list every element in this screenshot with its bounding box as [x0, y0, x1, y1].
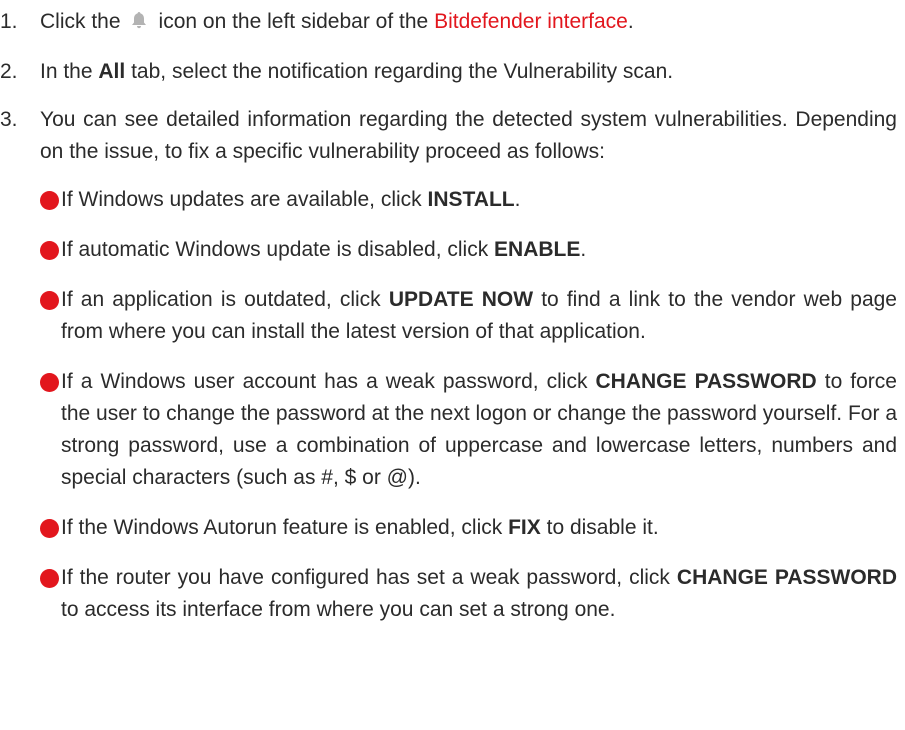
list-item: If an application is outdated, click UPD…	[40, 284, 897, 348]
bullet-dot-icon	[40, 373, 59, 392]
list-item-before: If the Windows Autorun feature is enable…	[61, 516, 503, 539]
list-item-before: If an application is outdated, click	[61, 288, 381, 311]
instructions-document: 1. Click the icon on the left sidebar of …	[0, 0, 905, 644]
list-item: If the Windows Autorun feature is enable…	[40, 512, 897, 544]
list-item: If a Windows user account has a weak pas…	[40, 366, 897, 494]
list-item-action: FIX	[508, 516, 541, 539]
list-item-before: If a Windows user account has a weak pas…	[61, 370, 588, 393]
list-item-text: If the Windows Autorun feature is enable…	[61, 512, 897, 544]
list-item-action: INSTALL	[427, 188, 515, 211]
step-2: 2. In the All tab, select the notificati…	[0, 56, 897, 88]
list-item-after: .	[580, 238, 587, 261]
list-item-before: If automatic Windows update is disabled,…	[61, 238, 489, 261]
step-text-after: tab, select the notification regarding t…	[131, 60, 674, 83]
bullet-dot-icon	[40, 241, 59, 260]
list-item-action: UPDATE NOW	[388, 288, 534, 311]
step-number: 2.	[0, 60, 18, 83]
list-item-action: ENABLE	[494, 238, 581, 261]
list-item-text: If an application is outdated, click UPD…	[61, 284, 897, 348]
list-item-text: If the router you have configured has se…	[61, 562, 897, 626]
bell-icon	[131, 8, 147, 40]
list-item-text: If automatic Windows update is disabled,…	[61, 234, 897, 266]
bullet-dot-icon	[40, 569, 59, 588]
list-item-text: If a Windows user account has a weak pas…	[61, 366, 897, 494]
bullet-dot-icon	[40, 291, 59, 310]
step-text: In the All tab, select the notification …	[40, 56, 897, 88]
list-item-before: If the router you have configured has se…	[61, 566, 670, 589]
list-item-text: If Windows updates are available, click …	[61, 184, 897, 216]
list-item: If the router you have configured has se…	[40, 562, 897, 626]
list-item-after: to access its interface from where you c…	[61, 598, 616, 621]
step-1: 1. Click the icon on the left sidebar of …	[0, 6, 897, 40]
bitdefender-interface-link[interactable]: Bitdefender interface	[434, 10, 628, 33]
step-number: 1.	[0, 10, 18, 33]
step-text-middle: icon on the left sidebar of the	[158, 10, 429, 33]
step-number: 3.	[0, 108, 18, 131]
list-item: If automatic Windows update is disabled,…	[40, 234, 897, 266]
step-text-before: In the	[40, 60, 93, 83]
step-text: You can see detailed information regardi…	[40, 104, 897, 644]
bullet-dot-icon	[40, 191, 59, 210]
list-item: If Windows updates are available, click …	[40, 184, 897, 216]
bullet-dot-icon	[40, 519, 59, 538]
list-item-action: CHANGE PASSWORD	[676, 566, 897, 589]
step-text-after: .	[627, 10, 634, 33]
fix-options-list: If Windows updates are available, click …	[40, 184, 897, 626]
list-item-before: If Windows updates are available, click	[61, 188, 422, 211]
step-text-before: Click the	[40, 10, 121, 33]
step-text-main: You can see detailed information regardi…	[40, 108, 897, 163]
list-item-after: .	[514, 188, 521, 211]
all-tab-label: All	[98, 60, 126, 83]
list-item-action: CHANGE PASSWORD	[595, 370, 817, 393]
step-3: 3. You can see detailed information rega…	[0, 104, 897, 644]
step-text: Click the icon on the left sidebar of the…	[40, 6, 897, 40]
list-item-after: to disable it.	[546, 516, 659, 539]
